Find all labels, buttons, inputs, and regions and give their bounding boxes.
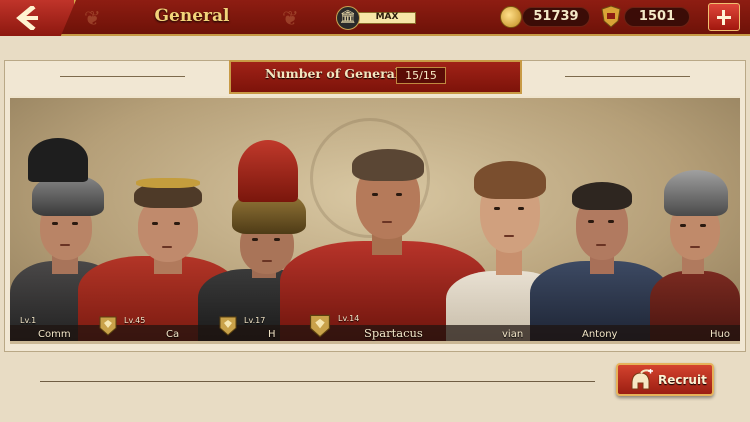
divider-right [565,76,690,77]
general-name: Huo [710,329,730,340]
rank-badge-icon [219,316,237,336]
vip-temple-icon: 🏛 [336,6,360,30]
honor-crest-icon [601,5,621,28]
back-button[interactable] [0,0,76,36]
bottom-divider [40,381,595,382]
general-level: Lv.14 [338,314,360,323]
top-bar: ❦ General ❦ MAX 🏛 51739 1501 [0,0,750,36]
general-name: Antony [582,329,618,340]
coin-counter[interactable]: 51739 [500,6,592,28]
general-name: Comm [38,329,71,340]
generals-count-label: Number of Generals [265,66,407,81]
spartan-helmet-icon [631,369,653,390]
vip-label: MAX [375,12,399,22]
recruit-label: Recruit [658,373,707,387]
general-level: Lv.1 [20,316,37,325]
recruit-button[interactable]: Recruit [616,363,714,396]
general-card[interactable]: Antony [530,156,670,341]
generals-gallery[interactable]: Lv.1 Comm Lv.45 Ca Lv.17 H Lv.14 Spartac… [10,96,740,344]
laurel-left-icon: ❦ [84,6,101,30]
back-arrow-icon [16,6,38,30]
honor-counter[interactable]: 1501 [600,5,694,28]
divider-left [60,76,185,77]
general-name: Spartacus [364,326,423,340]
honor-amount: 1501 [624,7,690,27]
general-level: Lv.17 [244,316,266,325]
page-title: General [154,6,230,26]
vip-indicator[interactable]: MAX 🏛 [336,6,416,30]
coin-icon [500,6,522,28]
generals-count-value: 15/15 [396,67,446,84]
add-resources-button[interactable] [708,3,740,31]
general-name: Ca [166,329,180,340]
rank-badge-icon [99,316,117,336]
general-name: vian [502,329,524,340]
general-card[interactable]: Huo [650,136,740,341]
laurel-right-icon: ❦ [282,6,299,30]
general-level: Lv.45 [124,316,146,325]
coin-amount: 51739 [522,7,590,27]
rank-badge-icon [309,314,331,338]
general-name: H [268,329,276,340]
